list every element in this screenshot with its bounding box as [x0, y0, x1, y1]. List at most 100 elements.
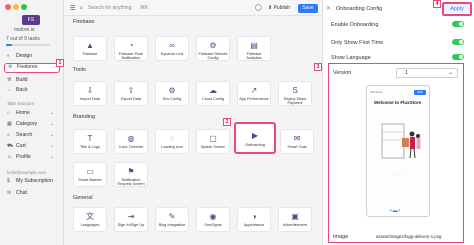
version-select[interactable]: 1 ⌄: [396, 68, 458, 78]
tile-label: Onboarding: [245, 143, 265, 147]
tile-title-logo[interactable]: T Title & Logo: [73, 129, 107, 154]
tile-label: Cloud Config: [202, 97, 224, 101]
chevron-down-icon[interactable]: ⌄: [50, 142, 54, 151]
save-button[interactable]: Save: [298, 4, 318, 13]
image-path-field[interactable]: assets/images/fogg-delivery-1.png: [376, 234, 441, 239]
tile-deploy-stripe[interactable]: S Deploy Stripe Payment: [278, 81, 312, 106]
env-config-icon: ⚙: [168, 86, 176, 95]
tile-color-override[interactable]: ◍ Color Override: [114, 129, 148, 154]
sidebar-item-design[interactable]: ◐ Design: [4, 52, 60, 61]
back-arrow-icon: ←: [7, 87, 12, 93]
preview-welcome-title: Welcome to FluxStore: [374, 100, 422, 105]
tile-splash-screen[interactable]: ▢ Splash Screen: [196, 129, 230, 154]
cloud-icon: ☁: [209, 86, 217, 95]
tile-env-config[interactable]: ⚙ Env Config: [155, 81, 189, 106]
performance-icon: ↗: [250, 86, 258, 95]
tile-export-data[interactable]: ⇧ Export Data: [114, 81, 148, 106]
tile-blog-integration[interactable]: ✎ Blog Integration: [155, 207, 189, 232]
publish-icon: ⬆: [268, 5, 273, 11]
appearance-icon: ◑: [251, 212, 257, 221]
profile-icon: ☺: [7, 154, 13, 160]
search-icon: ⌕: [7, 132, 10, 138]
app-name: mstore.io: [14, 27, 35, 33]
tile-import-data[interactable]: ⇩ Import Data: [73, 81, 107, 106]
tile-label: Firebase Analytics: [246, 52, 262, 61]
version-label: Version: [333, 70, 352, 76]
only-show-first-toggle[interactable]: [452, 39, 464, 45]
tile-advertisement[interactable]: ▣ Advertisement: [278, 207, 312, 232]
tile-firebase-push[interactable]: ◔ Firebase Push Notification: [114, 36, 148, 61]
image-label: Image: [333, 234, 349, 240]
chevron-down-icon[interactable]: ⌄: [50, 120, 54, 129]
preview-skip-button: Skip: [414, 90, 426, 95]
version-value: 1: [405, 70, 409, 76]
sidebar-tab-home[interactable]: ⌂ Home ⌄: [4, 109, 60, 118]
tile-label: Smart Banner: [78, 178, 102, 182]
sign-in-icon: ⇥: [127, 212, 135, 221]
preview-brand: FluxStore: [370, 90, 383, 94]
tile-onesignal[interactable]: ◉ OneSignal: [196, 207, 230, 232]
tile-sign-in[interactable]: ⇥ Sign In/Sign Up: [114, 207, 148, 232]
sidebar-item-label: Build: [16, 77, 28, 83]
loading-icon: ◌: [169, 134, 175, 143]
analytics-icon: ▤: [250, 41, 258, 50]
tile-cloud-config[interactable]: ☁ Cloud Config: [196, 81, 230, 106]
chevron-down-icon[interactable]: ⌄: [50, 109, 54, 118]
preview-page-dots: •▬•: [390, 208, 402, 214]
tile-firebase-analytics[interactable]: ▤ Firebase Analytics: [237, 36, 271, 61]
tile-label: Splash Screen: [200, 145, 226, 149]
menu-icon[interactable]: ☰: [70, 5, 75, 12]
tile-languages[interactable]: 文 Languages: [73, 207, 107, 232]
tile-firebase[interactable]: ▲ Firebase: [73, 36, 107, 61]
show-language-toggle[interactable]: [452, 54, 464, 60]
tile-smart-banner[interactable]: ▭ Smart Banner: [73, 162, 107, 187]
panel-title: Onboarding Config: [336, 6, 383, 12]
sidebar-item-chat[interactable]: ✉ Chat: [4, 189, 60, 198]
sidebar-item-subscription[interactable]: $ My Subscription: [4, 177, 60, 186]
tile-label: Loading Icon: [161, 145, 183, 149]
banner-icon: ▭: [86, 167, 94, 176]
sidebar-item-label: Chat: [16, 190, 27, 196]
tile-loading-icon[interactable]: ◌ Loading Icon: [155, 129, 189, 154]
ad-icon: ▣: [291, 212, 299, 221]
search-input[interactable]: Search for anything: [88, 5, 131, 11]
sidebar-tab-category[interactable]: ▦ Category ⌄: [4, 120, 60, 129]
publish-label: Publish: [273, 5, 290, 11]
enable-onboarding-toggle[interactable]: [452, 21, 464, 27]
window-minimize-button[interactable]: [13, 4, 19, 10]
sidebar-tab-label: Search: [16, 132, 33, 138]
window-close-button[interactable]: [5, 4, 11, 10]
profile-avatar-icon[interactable]: ◯: [255, 4, 262, 11]
sidebar-tab-search[interactable]: ⌕ Search ⌄: [4, 131, 60, 140]
callout-4: 4: [433, 0, 441, 8]
sidebar-tab-profile[interactable]: ☺ Profile ⌄: [4, 153, 60, 162]
task-progress-fill: [6, 44, 12, 46]
sidebar-item-label: Back: [16, 87, 28, 93]
sidebar-item-back[interactable]: ← Back: [4, 86, 60, 95]
tile-dynamic-link[interactable]: ∞ Dynamic Link: [155, 36, 189, 61]
tile-label: Blog Integration: [158, 223, 186, 227]
sidebar-tab-cart[interactable]: ⛟ Cart ⌄: [4, 142, 60, 151]
tile-onboarding[interactable]: ▶ Onboarding: [234, 122, 276, 154]
publish-button[interactable]: ⬆ Publish: [268, 4, 296, 13]
chevron-down-icon[interactable]: ⌄: [50, 153, 54, 162]
sidebar-tab-label: Cart: [16, 143, 26, 149]
close-panel-icon[interactable]: ✕: [326, 5, 331, 12]
tile-label: Import Data: [80, 97, 100, 101]
window-maximize-button[interactable]: [21, 4, 27, 10]
tile-smart-chat[interactable]: ✉ Smart Chat: [280, 129, 314, 154]
sidebar-item-build[interactable]: ⚒ Build: [4, 76, 60, 85]
tile-app-performance[interactable]: ↗ App Performance: [237, 81, 271, 106]
chat-icon: ✉: [7, 190, 12, 196]
apply-button[interactable]: Apply: [442, 2, 472, 16]
stripe-icon: S: [292, 86, 298, 95]
tile-label: Export Data: [120, 97, 142, 101]
sidebar-item-features[interactable]: ⚙ Features: [4, 63, 60, 73]
blog-icon: ✎: [168, 212, 176, 221]
tile-appearance[interactable]: ◑ Appearance: [237, 207, 271, 232]
firebase-icon: ▲: [86, 41, 94, 50]
chevron-down-icon[interactable]: ⌄: [50, 131, 54, 140]
tile-remote-config[interactable]: ⚙ Firebase Remote Config: [196, 36, 230, 61]
tile-notification-request[interactable]: ⚑ Notification Request Screen: [114, 162, 148, 187]
section-title-tools: Tools: [73, 67, 86, 73]
